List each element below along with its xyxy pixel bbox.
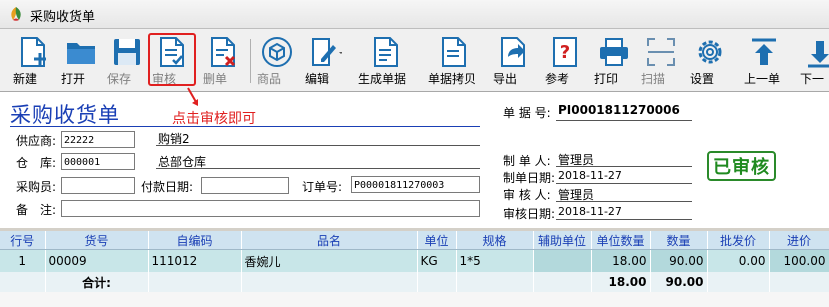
svg-text:?: ?: [560, 42, 570, 63]
title-bar: 采购收货单: [0, 0, 829, 29]
cell-item-no[interactable]: 00009: [45, 249, 149, 272]
copy-doc-button[interactable]: 单据拷贝: [428, 33, 476, 89]
cell-custom-code[interactable]: 111012: [148, 249, 242, 272]
form-title: 采购收货单: [10, 103, 120, 127]
goods-button[interactable]: 商品: [257, 33, 297, 89]
folder-icon: [67, 43, 95, 64]
table-row[interactable]: 1 00009 111012 香婉儿 KG 1*5 18.00 90.00 0.…: [0, 249, 829, 272]
cell-wholesale-price[interactable]: 0.00: [707, 249, 770, 272]
col-header[interactable]: 货号: [45, 231, 149, 250]
audit-date-underline: [556, 219, 692, 220]
warehouse-label: 仓 库:: [16, 156, 57, 170]
make-date-underline: [556, 183, 692, 184]
items-grid: 行号 货号 自编码 品名 单位 规格 辅助单位 单位数量 数量 批发价 进价 1…: [0, 231, 829, 307]
order-no-label: 订单号:: [302, 180, 343, 194]
box-icon: [262, 37, 292, 67]
supplier-code-field[interactable]: 22222: [61, 131, 135, 148]
printer-icon: [600, 38, 628, 66]
generate-doc-button[interactable]: 生成单据: [358, 33, 406, 89]
arrow-up-icon: [752, 38, 776, 65]
export-icon: [501, 37, 525, 67]
col-header[interactable]: 单位: [417, 231, 457, 250]
total-label: 合计:: [45, 272, 149, 292]
buyer-field[interactable]: [61, 177, 135, 194]
annotation-text: 点击审核即可: [172, 111, 256, 127]
previous-doc-button[interactable]: 上一单: [744, 33, 784, 89]
app-logo-icon: [11, 7, 21, 21]
make-date-label: 制单日期:: [503, 171, 556, 185]
remark-field[interactable]: [61, 200, 480, 217]
new-doc-icon: [21, 37, 46, 67]
cell-qty[interactable]: 90.00: [650, 249, 708, 272]
export-button[interactable]: 导出: [493, 33, 533, 89]
col-header[interactable]: 单位数量: [591, 231, 651, 250]
save-icon: [114, 39, 140, 65]
save-button[interactable]: 保存: [107, 33, 147, 89]
supplier-label: 供应商:: [16, 134, 57, 148]
audit-highlight-box: [148, 33, 196, 86]
cell-aux-unit[interactable]: [533, 249, 592, 272]
next-doc-button[interactable]: 下一: [800, 33, 829, 89]
cell-unit-qty[interactable]: 18.00: [591, 249, 651, 272]
delete-doc-button[interactable]: 删单: [203, 33, 243, 89]
buyer-label: 采购员:: [16, 180, 57, 194]
cell-purchase-price[interactable]: 100.00: [769, 249, 829, 272]
scan-button[interactable]: 扫描: [641, 33, 681, 89]
audit-date-label: 审核日期:: [503, 207, 556, 221]
doc-no-underline: [556, 120, 692, 121]
total-row: 合计: 18.00 90.00: [0, 272, 829, 292]
delete-doc-icon: [211, 37, 236, 67]
cell-product-name[interactable]: 香婉儿: [241, 249, 418, 272]
pay-date-label: 付款日期:: [141, 180, 194, 194]
print-button[interactable]: 打印: [594, 33, 634, 89]
cell-unit[interactable]: KG: [417, 249, 457, 272]
col-header[interactable]: 进价: [769, 231, 829, 250]
document-form: 采购收货单 点击审核即可 单 据 号: PI0001811270006 供应商:…: [0, 87, 829, 228]
edit-button[interactable]: 编辑: [305, 33, 345, 89]
grid-header: 行号 货号 自编码 品名 单位 规格 辅助单位 单位数量 数量 批发价 进价: [0, 231, 829, 250]
total-qty: 90.00: [650, 272, 708, 292]
remark-label: 备 注:: [16, 203, 57, 217]
supplier-underline: [156, 145, 480, 146]
arrow-down-icon: [808, 41, 829, 68]
pay-date-field[interactable]: [201, 177, 289, 194]
warehouse-code-field[interactable]: 000001: [61, 153, 135, 170]
col-header[interactable]: 行号: [0, 231, 46, 250]
col-header[interactable]: 数量: [650, 231, 708, 250]
auditor-label: 审 核 人:: [503, 188, 551, 202]
total-unit-qty: 18.00: [591, 272, 651, 292]
open-button[interactable]: 打开: [61, 33, 101, 89]
new-button[interactable]: 新建: [13, 33, 53, 89]
make-date-value: 2018-11-27: [558, 169, 622, 182]
scan-icon: [647, 38, 675, 66]
window-title: 采购收货单: [30, 10, 96, 25]
status-badge: 已审核: [707, 151, 776, 181]
col-header[interactable]: 品名: [241, 231, 418, 250]
reference-button[interactable]: ? 参考: [545, 33, 585, 89]
copy-doc-icon: [442, 37, 466, 67]
doc-no-value: PI0001811270006: [558, 103, 680, 117]
settings-button[interactable]: 设置: [690, 33, 730, 89]
cell-spec[interactable]: 1*5: [456, 249, 534, 272]
col-header[interactable]: 自编码: [148, 231, 242, 250]
warehouse-underline: [156, 168, 480, 169]
annotation-arrow-icon: [187, 87, 198, 106]
auditor-underline: [556, 201, 692, 202]
edit-icon: [312, 38, 342, 66]
audit-date-value: 2018-11-27: [558, 205, 622, 218]
reference-icon: ?: [553, 37, 577, 67]
toolbar: 新建 打开 保存 审核 删单 商品 编辑 生成单据 单据拷贝 导出 ? 参考 打…: [0, 29, 829, 92]
order-no-field[interactable]: P00001811270003: [351, 176, 480, 193]
toolbar-separator: [250, 39, 251, 83]
col-header[interactable]: 规格: [456, 231, 534, 250]
col-header[interactable]: 辅助单位: [533, 231, 592, 250]
doc-no-label: 单 据 号:: [503, 106, 551, 120]
generate-doc-icon: [374, 37, 398, 67]
col-header[interactable]: 批发价: [707, 231, 770, 250]
maker-label: 制 单 人:: [503, 154, 551, 168]
gear-icon: [698, 40, 722, 64]
maker-underline: [556, 166, 692, 167]
cell-line-no[interactable]: 1: [0, 249, 46, 272]
